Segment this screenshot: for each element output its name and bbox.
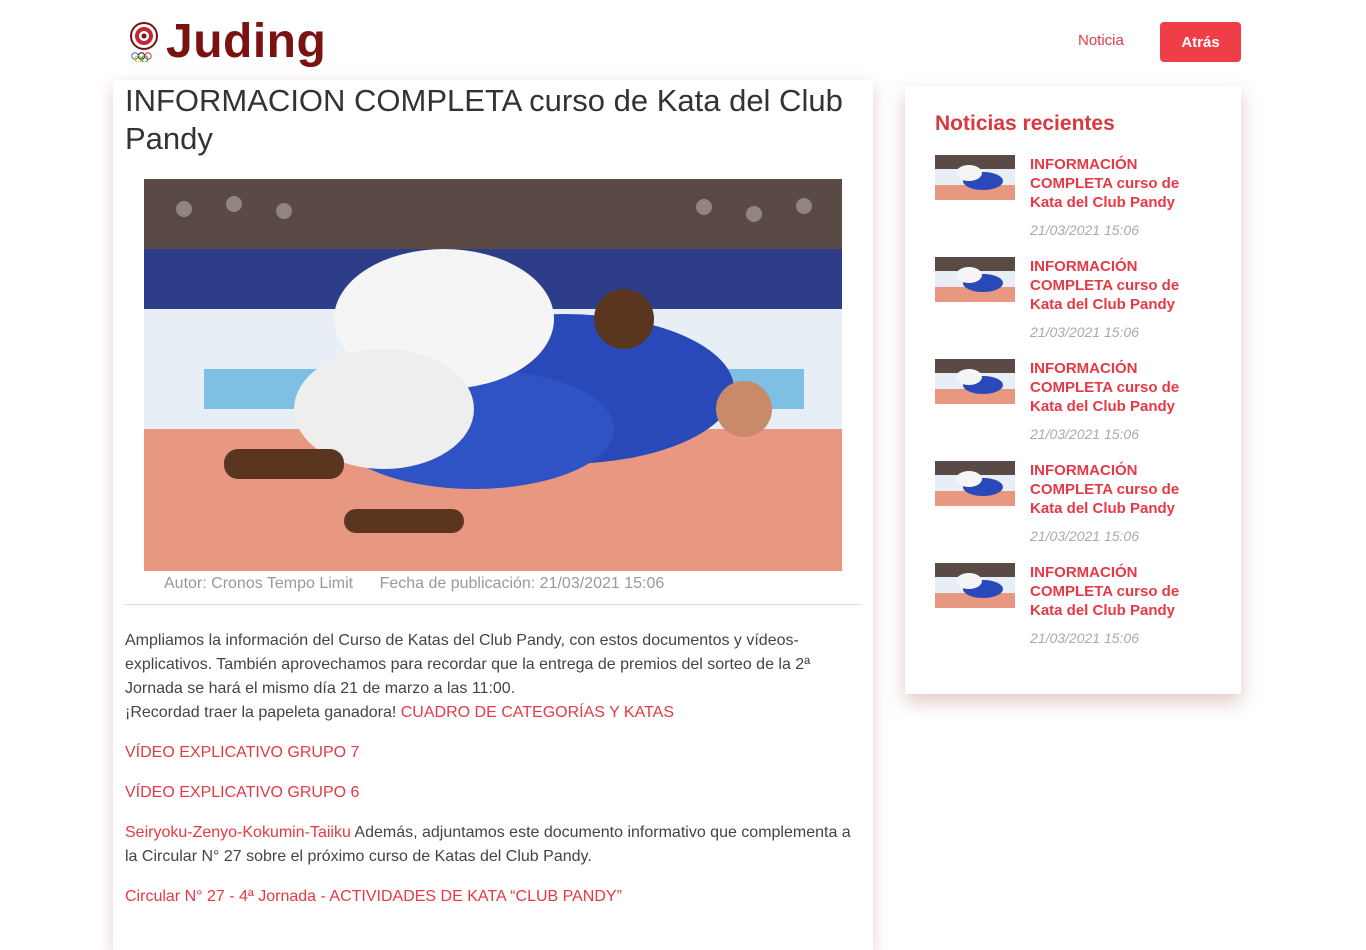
article-author: Autor: Cronos Tempo Limit	[164, 575, 354, 592]
news-title[interactable]: INFORMACIÓN COMPLETA curso de Kata del C…	[1030, 257, 1200, 314]
article-card: INFORMACION COMPLETA curso de Kata del C…	[113, 80, 873, 950]
link-video-group-6[interactable]: VÍDEO EXPLICATIVO GRUPO 6	[125, 784, 359, 801]
news-title[interactable]: INFORMACIÓN COMPLETA curso de Kata del C…	[1030, 359, 1200, 416]
divider	[125, 604, 861, 605]
nav-link-noticia[interactable]: Noticia	[1078, 32, 1124, 49]
judo-photo	[144, 179, 842, 571]
news-thumbnail[interactable]	[935, 257, 1015, 302]
back-button[interactable]: Atrás	[1160, 22, 1241, 62]
news-item[interactable]: INFORMACIÓN COMPLETA curso de Kata del C…	[935, 257, 1225, 347]
news-date: 21/03/2021 15:06	[1030, 528, 1139, 544]
link-categories[interactable]: CUADRO DE CATEGORÍAS Y KATAS	[401, 704, 674, 721]
link-circular[interactable]: Circular N° 27 - 4ª Jornada - ACTIVIDADE…	[125, 888, 622, 905]
news-date: 21/03/2021 15:06	[1030, 324, 1139, 340]
news-thumbnail[interactable]	[935, 461, 1015, 506]
news-item[interactable]: INFORMACIÓN COMPLETA curso de Kata del C…	[935, 359, 1225, 449]
site-header: Juding Noticia Atrás	[0, 0, 1366, 80]
news-thumbnail[interactable]	[935, 563, 1015, 608]
link-seiryoku[interactable]: Seiryoku-Zenyo-Kokumin-Taiiku	[125, 824, 351, 841]
news-title[interactable]: INFORMACIÓN COMPLETA curso de Kata del C…	[1030, 461, 1200, 518]
logo-text: Juding	[166, 15, 327, 68]
news-item[interactable]: INFORMACIÓN COMPLETA curso de Kata del C…	[935, 155, 1225, 245]
recent-news-sidebar: Noticias recientes INFORMACIÓN COMPLETA …	[905, 86, 1241, 694]
paragraph-intro: Ampliamos la información del Curso de Ka…	[125, 632, 811, 697]
news-item[interactable]: INFORMACIÓN COMPLETA curso de Kata del C…	[935, 461, 1225, 551]
news-title[interactable]: INFORMACIÓN COMPLETA curso de Kata del C…	[1030, 563, 1200, 620]
article-body: Ampliamos la información del Curso de Ka…	[125, 629, 861, 925]
link-video-group-7[interactable]: VÍDEO EXPLICATIVO GRUPO 7	[125, 744, 359, 761]
news-item[interactable]: INFORMACIÓN COMPLETA curso de Kata del C…	[935, 563, 1225, 653]
news-date: 21/03/2021 15:06	[1030, 630, 1139, 646]
article-title: INFORMACION COMPLETA curso de Kata del C…	[125, 83, 843, 156]
news-date: 21/03/2021 15:06	[1030, 426, 1139, 442]
paragraph-reminder: ¡Recordad traer la papeleta ganadora!	[125, 704, 397, 721]
article-date: Fecha de publicación: 21/03/2021 15:06	[379, 575, 665, 592]
judo-emblem-icon	[130, 22, 158, 62]
article-hero-image	[144, 179, 842, 571]
news-thumbnail[interactable]	[935, 359, 1015, 404]
article-meta: Autor: Cronos Tempo Limit Fecha de publi…	[164, 575, 686, 593]
site-logo[interactable]: Juding	[128, 18, 326, 66]
news-thumbnail[interactable]	[935, 155, 1015, 200]
news-date: 21/03/2021 15:06	[1030, 222, 1139, 238]
sidebar-title: Noticias recientes	[935, 112, 1115, 135]
news-title[interactable]: INFORMACIÓN COMPLETA curso de Kata del C…	[1030, 155, 1200, 212]
